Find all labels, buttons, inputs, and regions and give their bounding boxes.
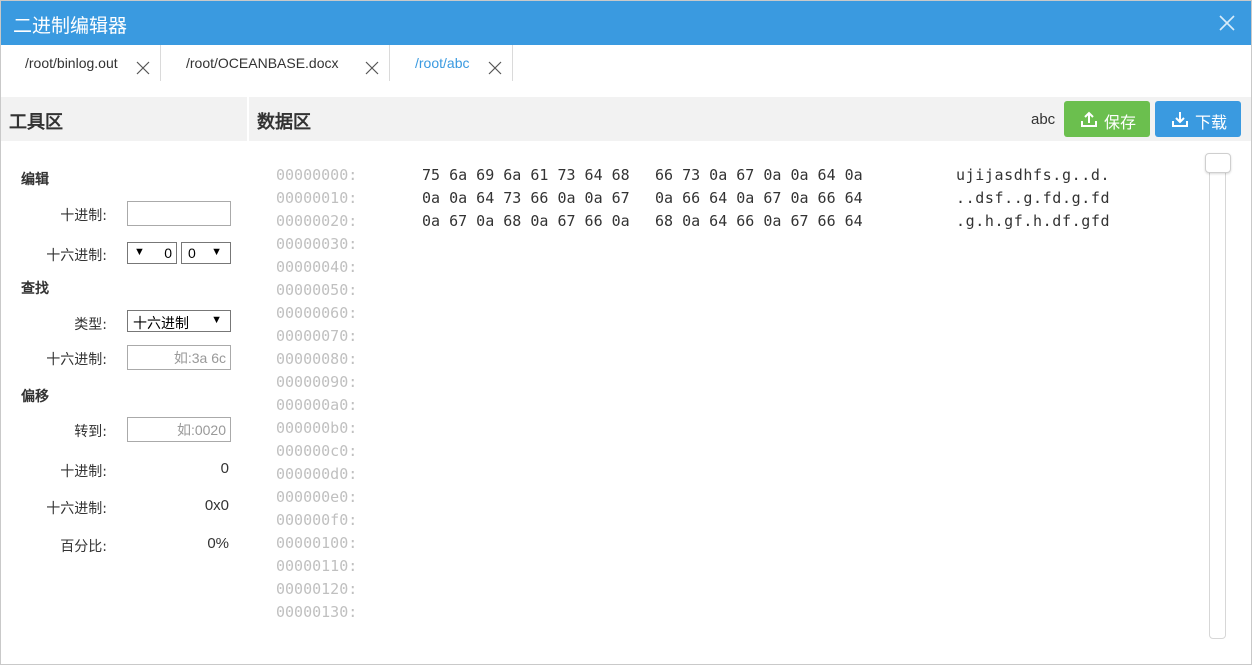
- file-tabs: /root/binlog.out /root/OCEANBASE.docx /r…: [1, 45, 1251, 97]
- tab-label: /root/abc: [415, 55, 470, 71]
- tools-header: 工具区: [1, 97, 249, 141]
- find-heading: 查找: [21, 281, 49, 297]
- offset-heading: 偏移: [21, 389, 49, 405]
- hex-bytes-group2[interactable]: 68 0a 64 66 0a 67 66 64: [655, 212, 863, 230]
- data-title: 数据区: [257, 112, 311, 133]
- tab-label: /root/OCEANBASE.docx: [186, 55, 339, 71]
- offset-decimal-label: 十进制:: [60, 464, 107, 480]
- download-label: 下载: [1195, 113, 1228, 132]
- triangle-down-icon: ▼: [211, 246, 222, 258]
- row-offset: 00000080:: [276, 350, 358, 368]
- hex-bytes-group2[interactable]: 66 73 0a 67 0a 0a 64 0a: [655, 166, 863, 184]
- tools-panel: 编辑 十进制: 十六进制: ▼ 0 0 ▼ 查找 类型: 十六进制 ▼ 十六进制…: [1, 141, 249, 663]
- section-header-bar: 工具区 数据区 abc 保存 下载: [1, 97, 1251, 141]
- triangle-down-icon: ▼: [134, 246, 145, 258]
- hex-bytes-group2[interactable]: 0a 66 64 0a 67 0a 66 64: [655, 189, 863, 207]
- download-button[interactable]: 下载: [1155, 101, 1241, 137]
- row-offset: 000000d0:: [276, 465, 358, 483]
- row-offset: 00000090:: [276, 373, 358, 391]
- binary-editor-window: 二进制编辑器 /root/binlog.out /root/OCEANBASE.…: [0, 0, 1252, 665]
- find-type-value: 十六进制: [133, 316, 189, 332]
- close-tab-icon[interactable]: [488, 61, 502, 75]
- tab-binlog-out[interactable]: /root/binlog.out: [1, 45, 161, 81]
- edit-decimal-label: 十进制:: [60, 208, 107, 224]
- close-tab-icon[interactable]: [136, 61, 150, 75]
- tab-oceanbase-docx[interactable]: /root/OCEANBASE.docx: [161, 45, 390, 81]
- scrollbar-thumb[interactable]: [1205, 153, 1231, 173]
- row-offset: 000000a0:: [276, 396, 358, 414]
- hex-low-nibble-select[interactable]: 0 ▼: [181, 242, 231, 264]
- row-offset: 000000b0:: [276, 419, 358, 437]
- edit-decimal-input[interactable]: [127, 201, 231, 226]
- hex-high-nibble-select[interactable]: ▼ 0: [127, 242, 177, 264]
- row-offset: 000000f0:: [276, 511, 358, 529]
- row-offset: 00000120:: [276, 580, 358, 598]
- hex-bytes-group1[interactable]: 75 6a 69 6a 61 73 64 68: [422, 166, 630, 184]
- save-label: 保存: [1104, 113, 1137, 132]
- hex-high-nibble-value: 0: [164, 245, 172, 261]
- hex-low-nibble-value: 0: [188, 245, 196, 261]
- find-type-label: 类型:: [74, 317, 107, 333]
- row-offset: 00000010:: [276, 189, 358, 207]
- download-icon: [1172, 112, 1188, 127]
- upload-icon: [1081, 111, 1097, 127]
- row-offset: 000000c0:: [276, 442, 358, 460]
- row-offset: 00000000:: [276, 166, 358, 184]
- ascii-text[interactable]: ujijasdhfs.g..d.: [956, 166, 1110, 184]
- encoding-label[interactable]: abc: [1031, 111, 1055, 128]
- goto-label: 转到:: [74, 424, 107, 440]
- hex-bytes-group1[interactable]: 0a 67 0a 68 0a 67 66 0a: [422, 212, 630, 230]
- find-hex-input[interactable]: [127, 345, 231, 370]
- row-offset: 00000130:: [276, 603, 358, 621]
- offset-decimal-value: 0: [220, 460, 229, 477]
- find-hex-label: 十六进制:: [46, 352, 107, 368]
- tools-title: 工具区: [9, 112, 63, 133]
- percent-label: 百分比:: [60, 539, 107, 555]
- row-offset: 00000110:: [276, 557, 358, 575]
- save-button[interactable]: 保存: [1064, 101, 1150, 137]
- row-offset: 00000020:: [276, 212, 358, 230]
- row-offset: 00000030:: [276, 235, 358, 253]
- edit-heading: 编辑: [21, 172, 49, 188]
- hex-bytes-group1[interactable]: 0a 0a 64 73 66 0a 0a 67: [422, 189, 630, 207]
- ascii-text[interactable]: .g.h.gf.h.df.gfd: [956, 212, 1110, 230]
- row-offset: 00000060:: [276, 304, 358, 322]
- offset-hex-value: 0x0: [204, 497, 229, 514]
- row-offset: 00000040:: [276, 258, 358, 276]
- close-icon[interactable]: [1217, 13, 1237, 33]
- find-type-select[interactable]: 十六进制 ▼: [127, 310, 231, 332]
- title-bar: 二进制编辑器: [1, 1, 1251, 45]
- vertical-scrollbar[interactable]: [1205, 153, 1231, 639]
- hex-data-area[interactable]: 00000000: 75 6a 69 6a 61 73 64 68 66 73 0a…: [249, 141, 1251, 663]
- ascii-text[interactable]: ..dsf..g.fd.g.fd: [956, 189, 1110, 207]
- goto-input[interactable]: [127, 417, 231, 442]
- row-offset: 000000e0:: [276, 488, 358, 506]
- window-title: 二进制编辑器: [13, 15, 128, 37]
- edit-hex-label: 十六进制:: [46, 248, 107, 264]
- percent-value: 0%: [207, 535, 229, 552]
- tab-abc[interactable]: /root/abc: [390, 45, 513, 81]
- row-offset: 00000100:: [276, 534, 358, 552]
- tab-label: /root/binlog.out: [25, 55, 118, 71]
- offset-hex-label: 十六进制:: [46, 501, 107, 517]
- row-offset: 00000070:: [276, 327, 358, 345]
- close-tab-icon[interactable]: [365, 61, 379, 75]
- row-offset: 00000050:: [276, 281, 358, 299]
- triangle-down-icon: ▼: [211, 314, 222, 326]
